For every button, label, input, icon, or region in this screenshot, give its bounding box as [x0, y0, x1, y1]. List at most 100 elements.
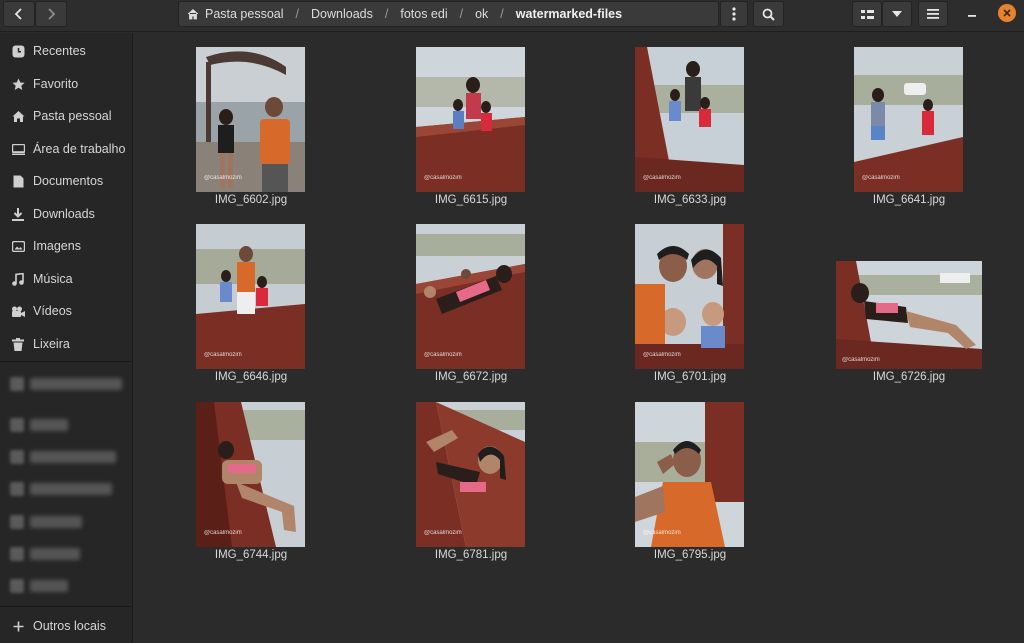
kebab-menu-icon	[732, 7, 736, 21]
file-thumbnail: @casalmozim	[196, 402, 305, 547]
file-name: IMG_6615.jpg	[434, 194, 508, 206]
breadcrumb-current[interactable]: watermarked-files	[516, 7, 622, 21]
file-name: IMG_6795.jpg	[653, 549, 727, 561]
clock-icon	[11, 44, 25, 58]
music-icon	[11, 272, 25, 286]
hamburger-menu-button[interactable]	[918, 1, 948, 27]
file-thumbnail: @casalmozim	[416, 402, 525, 547]
minimize-button[interactable]	[963, 4, 981, 22]
sidebar-item-area-de-trabalho[interactable]: Área de trabalho	[0, 134, 132, 164]
file-name: IMG_6602.jpg	[214, 194, 288, 206]
trash-icon	[11, 337, 25, 351]
breadcrumb-downloads[interactable]: Downloads	[311, 7, 373, 21]
sidebar-item-label: Vídeos	[33, 304, 72, 318]
search-button[interactable]	[753, 1, 784, 27]
file-item[interactable]: @casalmozim IMG_6641.jpg	[854, 47, 964, 210]
header-bar: Pasta pessoal / Downloads / fotos edi / …	[0, 0, 1024, 32]
chevron-right-icon	[48, 8, 56, 20]
file-thumbnail: @casalmozim	[635, 47, 744, 192]
file-thumbnail: @casalmozim	[196, 224, 305, 369]
sidebar-item-label: Música	[33, 272, 73, 286]
search-icon	[762, 8, 775, 21]
sidebar-item-obscured[interactable]	[10, 482, 112, 496]
sidebar-item-obscured[interactable]	[10, 377, 122, 391]
breadcrumb-home[interactable]: Pasta pessoal	[205, 7, 284, 21]
watermark-text: @casalmozim	[424, 175, 462, 181]
sidebar-item-label: Pasta pessoal	[33, 109, 112, 123]
video-icon	[11, 304, 25, 318]
view-options-button[interactable]	[882, 1, 912, 27]
star-icon	[11, 77, 25, 91]
file-item[interactable]: @casalmozim IMG_6795.jpg	[635, 402, 745, 565]
download-icon	[11, 207, 25, 221]
watermark-text: @casalmozim	[643, 530, 681, 536]
chevron-down-icon	[892, 11, 902, 17]
breadcrumb-fotos-edi[interactable]: fotos edi	[400, 7, 447, 21]
back-button[interactable]	[3, 1, 35, 27]
file-name: IMG_6701.jpg	[653, 371, 727, 383]
sidebar-item-pasta-pessoal[interactable]: Pasta pessoal	[0, 101, 132, 131]
sidebar-item-label: Recentes	[33, 44, 86, 58]
watermark-text: @casalmozim	[204, 352, 242, 358]
sidebar-item-documentos[interactable]: Documentos	[0, 166, 132, 196]
watermark-text: @casalmozim	[424, 352, 462, 358]
watermark-text: @casalmozim	[643, 352, 681, 358]
plus-icon	[11, 619, 25, 633]
file-item[interactable]: @casalmozim IMG_6672.jpg	[416, 224, 526, 387]
sidebar-item-label: Área de trabalho	[33, 142, 126, 156]
watermark-text: @casalmozim	[204, 530, 242, 536]
close-window-button[interactable]	[998, 4, 1016, 22]
file-name: IMG_6646.jpg	[214, 371, 288, 383]
file-item[interactable]: @casalmozim IMG_6633.jpg	[635, 47, 745, 210]
sidebar-item-outros-locais[interactable]: Outros locais	[0, 611, 132, 641]
path-bar: Pasta pessoal / Downloads / fotos edi / …	[178, 1, 719, 27]
home-icon	[187, 8, 199, 20]
watermark-text: @casalmozim	[862, 175, 900, 181]
file-item[interactable]: @casalmozim IMG_6602.jpg	[196, 47, 306, 210]
sidebar-item-obscured[interactable]	[10, 515, 82, 529]
breadcrumb-separator: /	[500, 7, 504, 21]
breadcrumb-separator: /	[295, 7, 300, 21]
file-name: IMG_6744.jpg	[214, 549, 288, 561]
sidebar-item-favorito[interactable]: Favorito	[0, 69, 132, 99]
view-toggle-button[interactable]	[852, 1, 882, 27]
watermark-text: @casalmozim	[842, 357, 880, 363]
forward-button[interactable]	[35, 1, 67, 27]
home-icon	[11, 109, 25, 123]
sidebar-item-musica[interactable]: Música	[0, 264, 132, 294]
file-item[interactable]: @casalmozim IMG_6646.jpg	[196, 224, 306, 387]
file-grid: @casalmozim IMG_6602.jpg @casalmozim IMG…	[133, 33, 1024, 643]
close-icon	[998, 4, 1016, 22]
file-item[interactable]: @casalmozim IMG_6726.jpg	[836, 261, 982, 387]
sidebar-item-obscured[interactable]	[10, 547, 80, 561]
file-item[interactable]: @casalmozim IMG_6744.jpg	[196, 402, 306, 565]
file-thumbnail: @casalmozim	[416, 224, 525, 369]
file-item[interactable]: @casalmozim IMG_6701.jpg	[635, 224, 745, 387]
document-icon	[11, 174, 25, 188]
file-item[interactable]: @casalmozim IMG_6781.jpg	[416, 402, 526, 565]
sidebar-item-recentes[interactable]: Recentes	[0, 36, 132, 66]
file-thumbnail: @casalmozim	[635, 402, 744, 547]
file-name: IMG_6672.jpg	[434, 371, 508, 383]
file-name: IMG_6641.jpg	[872, 194, 946, 206]
sidebar-item-lixeira[interactable]: Lixeira	[0, 329, 132, 359]
file-name: IMG_6726.jpg	[872, 371, 946, 383]
sidebar-item-label: Lixeira	[33, 337, 70, 351]
sidebar-item-videos[interactable]: Vídeos	[0, 296, 132, 326]
menu-button[interactable]	[720, 1, 748, 27]
sidebar-item-obscured[interactable]	[10, 450, 116, 464]
sidebar-item-label: Imagens	[33, 239, 81, 253]
sidebar-item-imagens[interactable]: Imagens	[0, 231, 132, 261]
desktop-icon	[11, 142, 25, 156]
sidebar-item-downloads[interactable]: Downloads	[0, 199, 132, 229]
file-item[interactable]: @casalmozim IMG_6615.jpg	[416, 47, 526, 210]
sidebar-item-obscured[interactable]	[10, 579, 68, 593]
image-icon	[11, 239, 25, 253]
sidebar-item-obscured[interactable]	[10, 418, 68, 432]
watermark-text: @casalmozim	[204, 175, 242, 181]
breadcrumb-ok[interactable]: ok	[475, 7, 488, 21]
file-name: IMG_6781.jpg	[434, 549, 508, 561]
file-thumbnail: @casalmozim	[416, 47, 525, 192]
sidebar-item-label: Downloads	[33, 207, 95, 221]
hamburger-icon	[927, 9, 939, 19]
